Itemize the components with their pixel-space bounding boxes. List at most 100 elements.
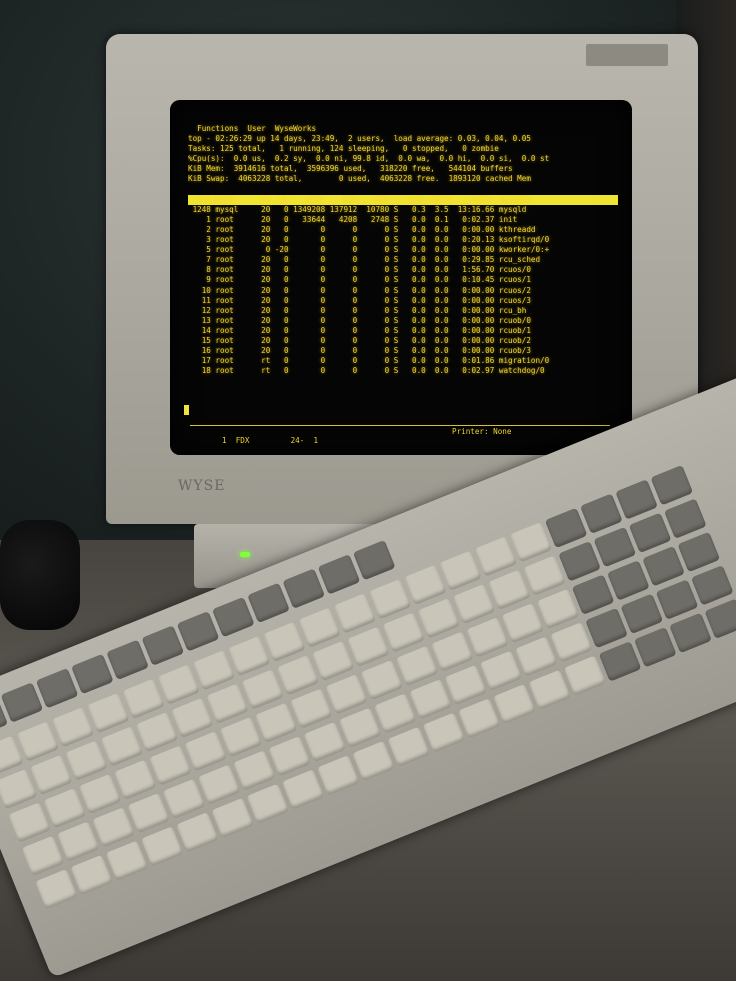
keyboard-key[interactable] [444, 664, 488, 706]
keyboard-key[interactable] [352, 740, 395, 782]
keyboard-key[interactable] [197, 764, 241, 805]
keyboard-key[interactable] [106, 639, 149, 681]
keyboard-key[interactable] [690, 565, 734, 606]
keyboard-key[interactable] [311, 640, 355, 682]
keyboard-key[interactable] [70, 854, 113, 896]
keyboard-key[interactable] [0, 768, 38, 810]
keyboard-key[interactable] [598, 641, 642, 682]
keyboard-key[interactable] [346, 626, 390, 667]
keyboard-key[interactable] [121, 678, 165, 720]
keyboard-key[interactable] [452, 583, 496, 625]
keyboard-key[interactable] [317, 554, 361, 595]
keyboard-key[interactable] [227, 635, 271, 677]
keyboard-key[interactable] [509, 521, 553, 563]
keyboard-key[interactable] [140, 826, 184, 867]
keyboard-key[interactable] [466, 617, 509, 658]
keyboard-key[interactable] [282, 568, 326, 609]
keyboard-key[interactable] [492, 683, 536, 725]
keyboard-key[interactable] [633, 626, 677, 668]
keyboard-key[interactable] [219, 716, 263, 758]
keyboard-key[interactable] [211, 596, 255, 638]
keyboard-key[interactable] [593, 526, 637, 568]
keyboard-key[interactable] [247, 582, 290, 624]
keyboard-key[interactable] [281, 769, 325, 810]
keyboard-key[interactable] [289, 688, 333, 729]
keyboard-key[interactable] [268, 735, 311, 777]
keyboard-key[interactable] [211, 797, 254, 839]
keyboard-key[interactable] [276, 654, 320, 696]
keyboard-key[interactable] [56, 821, 100, 862]
keyboard-key[interactable] [148, 745, 192, 786]
keyboard-key[interactable] [176, 611, 220, 652]
keyboard-key[interactable] [579, 493, 623, 534]
keyboard-key[interactable] [157, 664, 200, 705]
keyboard-key[interactable] [663, 498, 707, 539]
keyboard-key[interactable] [78, 773, 122, 815]
keyboard-key[interactable] [403, 564, 447, 606]
keyboard-key[interactable] [21, 835, 65, 877]
keyboard-key[interactable] [439, 550, 482, 591]
keyboard-key[interactable] [457, 698, 501, 739]
keyboard-key[interactable] [0, 682, 44, 723]
keyboard-key[interactable] [303, 721, 347, 763]
keyboard-key[interactable] [175, 811, 219, 853]
keyboard-key[interactable] [387, 726, 431, 768]
keyboard-key[interactable] [395, 645, 439, 687]
keyboard-key[interactable] [501, 602, 545, 644]
keyboard-key[interactable] [51, 706, 95, 748]
keyboard-key[interactable] [549, 622, 593, 663]
keyboard-key[interactable] [141, 625, 185, 666]
keyboard-key[interactable] [352, 539, 396, 581]
keyboard-key[interactable] [91, 807, 135, 848]
keyboard-key[interactable] [430, 631, 474, 672]
keyboard-key[interactable] [571, 574, 615, 615]
keyboard-key[interactable] [35, 667, 79, 709]
keyboard-key[interactable] [113, 759, 157, 801]
keyboard-key[interactable] [43, 787, 86, 829]
keyboard-key[interactable] [628, 512, 672, 554]
keyboard-key[interactable] [620, 593, 664, 635]
keyboard-key[interactable] [333, 593, 377, 634]
keyboard-key[interactable] [669, 612, 712, 654]
keyboard-key[interactable] [615, 479, 658, 520]
keyboard-key[interactable] [298, 607, 341, 648]
keyboard-key[interactable] [514, 636, 558, 677]
keyboard-key[interactable] [34, 868, 78, 910]
keyboard-key[interactable] [70, 653, 114, 695]
keyboard-key[interactable] [325, 674, 368, 715]
keyboard-key[interactable] [422, 712, 466, 753]
keyboard-key[interactable] [373, 693, 417, 734]
terminal-screen[interactable]: Functions User WyseWorks top - 02:26:29 u… [170, 100, 632, 455]
keyboard-key[interactable] [528, 669, 571, 711]
keyboard-key[interactable] [29, 754, 73, 796]
keyboard-key[interactable] [262, 621, 306, 663]
keyboard-key[interactable] [135, 711, 179, 753]
keyboard-key[interactable] [16, 721, 60, 762]
keyboard-key[interactable] [127, 792, 170, 834]
keyboard-key[interactable] [563, 655, 607, 696]
keyboard-key[interactable] [655, 579, 699, 620]
keyboard-key[interactable] [650, 464, 694, 506]
keyboard-key[interactable] [479, 650, 523, 692]
keyboard-key[interactable] [205, 683, 249, 724]
keyboard-key[interactable] [316, 755, 360, 796]
keyboard-key[interactable] [417, 597, 461, 639]
keyboard-key[interactable] [360, 659, 404, 701]
keyboard-key[interactable] [241, 669, 284, 710]
keyboard-key[interactable] [585, 607, 628, 649]
keyboard-key[interactable] [338, 707, 382, 748]
keyboard-key[interactable] [246, 783, 290, 825]
keyboard-key[interactable] [100, 726, 143, 767]
keyboard-key[interactable] [558, 541, 601, 582]
keyboard-key[interactable] [677, 531, 721, 573]
keyboard-key[interactable] [544, 507, 588, 549]
keyboard-key[interactable] [86, 692, 130, 734]
keyboard-key[interactable] [170, 697, 214, 739]
keyboard-key[interactable] [192, 649, 236, 691]
keyboard-key[interactable] [606, 560, 650, 601]
keyboard-key[interactable] [474, 536, 518, 577]
keyboard-key[interactable] [162, 778, 206, 820]
keyboard-key[interactable] [184, 730, 227, 772]
keyboard-key[interactable] [64, 740, 108, 781]
keyboard-key[interactable] [7, 802, 51, 843]
